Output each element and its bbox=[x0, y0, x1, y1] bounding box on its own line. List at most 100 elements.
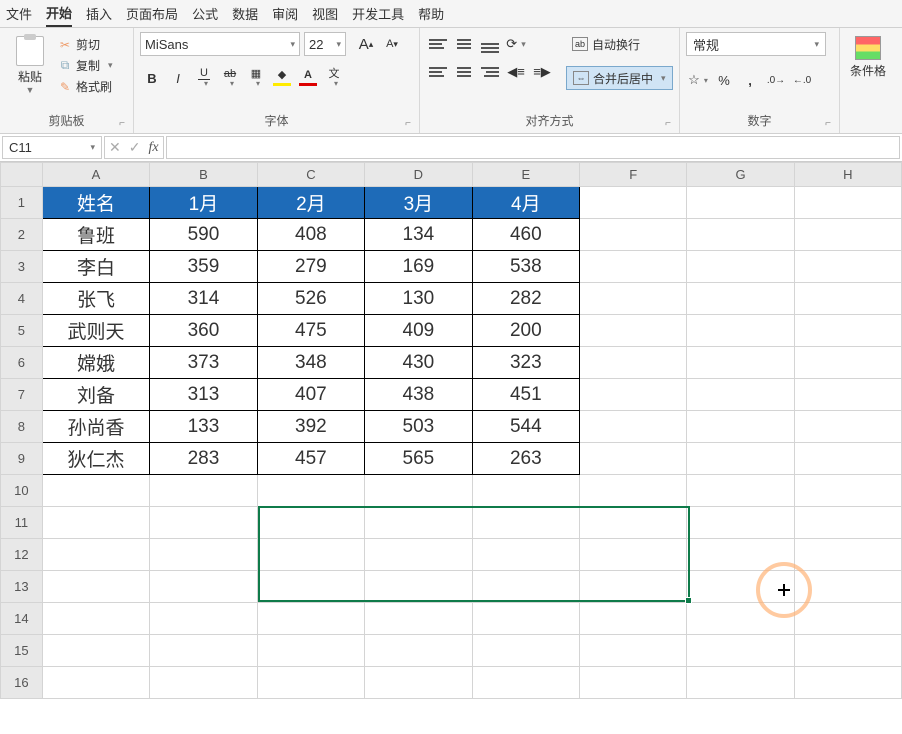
cell-H1[interactable] bbox=[794, 187, 901, 219]
cell-H13[interactable] bbox=[794, 571, 901, 603]
cell-F6[interactable] bbox=[580, 347, 687, 379]
font-size-select[interactable]: 22 ▾ bbox=[304, 32, 346, 56]
cell-B15[interactable] bbox=[150, 635, 257, 667]
cell-H10[interactable] bbox=[794, 475, 901, 507]
cell-E5[interactable]: 200 bbox=[472, 315, 579, 347]
cell-D13[interactable] bbox=[365, 571, 472, 603]
cell-H5[interactable] bbox=[794, 315, 901, 347]
cell-F9[interactable] bbox=[580, 443, 687, 475]
chevron-down-icon[interactable]: ▼ bbox=[26, 85, 35, 95]
menu-公式[interactable]: 公式 bbox=[192, 1, 218, 26]
dialog-launcher-icon[interactable]: ⌐ bbox=[825, 118, 831, 129]
row-header-13[interactable]: 13 bbox=[1, 571, 43, 603]
strikethrough-button[interactable]: ab▾ bbox=[218, 66, 242, 90]
cell-E14[interactable] bbox=[472, 603, 579, 635]
cell-B16[interactable] bbox=[150, 667, 257, 699]
chevron-down-icon[interactable]: ▾ bbox=[108, 60, 113, 71]
increase-indent-button[interactable]: ≡▶ bbox=[530, 60, 554, 84]
paste-button[interactable]: 粘贴 ▼ bbox=[6, 32, 54, 110]
cell-D1[interactable]: 3月 bbox=[365, 187, 472, 219]
chevron-down-icon[interactable]: ▾ bbox=[290, 39, 295, 50]
cell-F16[interactable] bbox=[580, 667, 687, 699]
menu-帮助[interactable]: 帮助 bbox=[418, 1, 444, 26]
chevron-down-icon[interactable]: ▾ bbox=[90, 142, 95, 153]
format-painter-button[interactable]: ✎ 格式刷 bbox=[58, 78, 113, 95]
cell-E3[interactable]: 538 bbox=[472, 251, 579, 283]
cell-B6[interactable]: 373 bbox=[150, 347, 257, 379]
cell-G1[interactable] bbox=[687, 187, 794, 219]
phonetic-button[interactable]: 文▾ bbox=[322, 66, 346, 90]
row-header-12[interactable]: 12 bbox=[1, 539, 43, 571]
cell-E6[interactable]: 323 bbox=[472, 347, 579, 379]
dialog-launcher-icon[interactable]: ⌐ bbox=[665, 118, 671, 129]
menu-数据[interactable]: 数据 bbox=[232, 1, 258, 26]
cell-D15[interactable] bbox=[365, 635, 472, 667]
cell-G2[interactable] bbox=[687, 219, 794, 251]
bold-button[interactable]: B bbox=[140, 66, 164, 90]
cell-A2[interactable]: 鲁班 bbox=[42, 219, 149, 251]
number-format-select[interactable]: 常规 ▾ bbox=[686, 32, 826, 56]
cell-D16[interactable] bbox=[365, 667, 472, 699]
cell-C2[interactable]: 408 bbox=[257, 219, 364, 251]
italic-button[interactable]: I bbox=[166, 66, 190, 90]
chevron-down-icon[interactable]: ▾ bbox=[661, 73, 666, 84]
percent-button[interactable]: % bbox=[712, 68, 736, 92]
cell-D11[interactable] bbox=[365, 507, 472, 539]
cell-A14[interactable] bbox=[42, 603, 149, 635]
cell-G11[interactable] bbox=[687, 507, 794, 539]
row-header-10[interactable]: 10 bbox=[1, 475, 43, 507]
cell-D3[interactable]: 169 bbox=[365, 251, 472, 283]
cell-C8[interactable]: 392 bbox=[257, 411, 364, 443]
row-header-5[interactable]: 5 bbox=[1, 315, 43, 347]
cell-A9[interactable]: 狄仁杰 bbox=[42, 443, 149, 475]
chevron-down-icon[interactable]: ▾ bbox=[814, 39, 819, 50]
font-color-button[interactable]: A bbox=[296, 66, 320, 90]
cell-C4[interactable]: 526 bbox=[257, 283, 364, 315]
cell-E16[interactable] bbox=[472, 667, 579, 699]
cell-H6[interactable] bbox=[794, 347, 901, 379]
menu-视图[interactable]: 视图 bbox=[312, 1, 338, 26]
underline-button[interactable]: U▾ bbox=[192, 66, 216, 90]
cell-F4[interactable] bbox=[580, 283, 687, 315]
cell-E1[interactable]: 4月 bbox=[472, 187, 579, 219]
row-header-15[interactable]: 15 bbox=[1, 635, 43, 667]
cell-C13[interactable] bbox=[257, 571, 364, 603]
cell-A11[interactable] bbox=[42, 507, 149, 539]
decrease-font-button[interactable]: A▾ bbox=[380, 32, 404, 56]
cell-E12[interactable] bbox=[472, 539, 579, 571]
menu-插入[interactable]: 插入 bbox=[86, 1, 112, 26]
cell-F1[interactable] bbox=[580, 187, 687, 219]
dialog-launcher-icon[interactable]: ⌐ bbox=[405, 118, 411, 129]
cell-F2[interactable] bbox=[580, 219, 687, 251]
cell-G15[interactable] bbox=[687, 635, 794, 667]
row-header-3[interactable]: 3 bbox=[1, 251, 43, 283]
cell-B12[interactable] bbox=[150, 539, 257, 571]
cell-F11[interactable] bbox=[580, 507, 687, 539]
border-button[interactable]: ▦▾ bbox=[244, 66, 268, 90]
cell-C5[interactable]: 475 bbox=[257, 315, 364, 347]
cell-H8[interactable] bbox=[794, 411, 901, 443]
cell-H4[interactable] bbox=[794, 283, 901, 315]
row-header-6[interactable]: 6 bbox=[1, 347, 43, 379]
cell-F3[interactable] bbox=[580, 251, 687, 283]
cell-B7[interactable]: 313 bbox=[150, 379, 257, 411]
cell-A12[interactable] bbox=[42, 539, 149, 571]
cell-F7[interactable] bbox=[580, 379, 687, 411]
cell-F13[interactable] bbox=[580, 571, 687, 603]
comma-button[interactable]: , bbox=[738, 68, 762, 92]
cell-G12[interactable] bbox=[687, 539, 794, 571]
cell-D8[interactable]: 503 bbox=[365, 411, 472, 443]
col-header-G[interactable]: G bbox=[687, 163, 794, 187]
row-header-8[interactable]: 8 bbox=[1, 411, 43, 443]
cell-C10[interactable] bbox=[257, 475, 364, 507]
menu-页面布局[interactable]: 页面布局 bbox=[126, 1, 178, 26]
cell-A3[interactable]: 李白 bbox=[42, 251, 149, 283]
cell-B10[interactable] bbox=[150, 475, 257, 507]
cell-A8[interactable]: 孙尚香 bbox=[42, 411, 149, 443]
cell-B9[interactable]: 283 bbox=[150, 443, 257, 475]
cell-C1[interactable]: 2月 bbox=[257, 187, 364, 219]
align-bottom-button[interactable] bbox=[478, 32, 502, 56]
cell-B5[interactable]: 360 bbox=[150, 315, 257, 347]
align-right-button[interactable] bbox=[478, 60, 502, 84]
cell-H16[interactable] bbox=[794, 667, 901, 699]
